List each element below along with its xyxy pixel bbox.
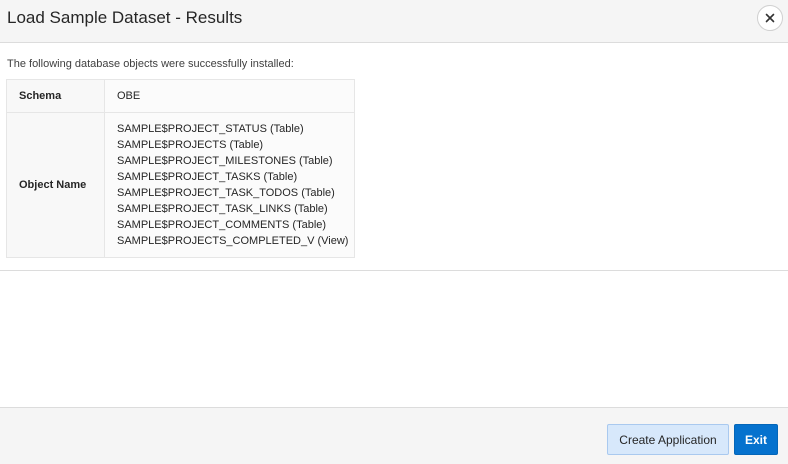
list-item: SAMPLE$PROJECT_TASKS (Table)	[117, 171, 298, 183]
list-item: SAMPLE$PROJECT_STATUS (Table)	[117, 123, 304, 135]
object-list: SAMPLE$PROJECT_STATUS (Table) SAMPLE$PRO…	[117, 121, 354, 249]
dialog-title: Load Sample Dataset - Results	[7, 8, 243, 27]
schema-value: OBE	[104, 79, 355, 113]
exit-button[interactable]: Exit	[734, 424, 778, 455]
list-item: SAMPLE$PROJECT_MILESTONES (Table)	[117, 155, 333, 167]
intro-text: The following database objects were succ…	[7, 58, 294, 70]
close-button[interactable]	[757, 5, 783, 31]
object-name-label: Object Name	[6, 112, 105, 258]
results-dialog: Load Sample Dataset - Results The follow…	[0, 0, 788, 464]
dialog-body: The following database objects were succ…	[0, 44, 788, 271]
list-item: SAMPLE$PROJECTS_COMPLETED_V (View)	[117, 235, 349, 247]
dialog-titlebar: Load Sample Dataset - Results	[0, 0, 788, 43]
object-name-values: SAMPLE$PROJECT_STATUS (Table) SAMPLE$PRO…	[104, 112, 355, 258]
create-application-button[interactable]: Create Application	[607, 424, 729, 455]
table-row: Object Name SAMPLE$PROJECT_STATUS (Table…	[6, 112, 355, 258]
table-row: Schema OBE	[6, 79, 355, 113]
results-table: Schema OBE Object Name SAMPLE$PROJECT_ST…	[6, 79, 355, 258]
list-item: SAMPLE$PROJECT_COMMENTS (Table)	[117, 219, 327, 231]
list-item: SAMPLE$PROJECTS (Table)	[117, 139, 264, 151]
list-item: SAMPLE$PROJECT_TASK_LINKS (Table)	[117, 203, 328, 215]
close-icon	[765, 13, 775, 23]
schema-label: Schema	[6, 79, 105, 113]
list-item: SAMPLE$PROJECT_TASK_TODOS (Table)	[117, 187, 335, 199]
dialog-footer: Create Application Exit	[0, 407, 788, 464]
